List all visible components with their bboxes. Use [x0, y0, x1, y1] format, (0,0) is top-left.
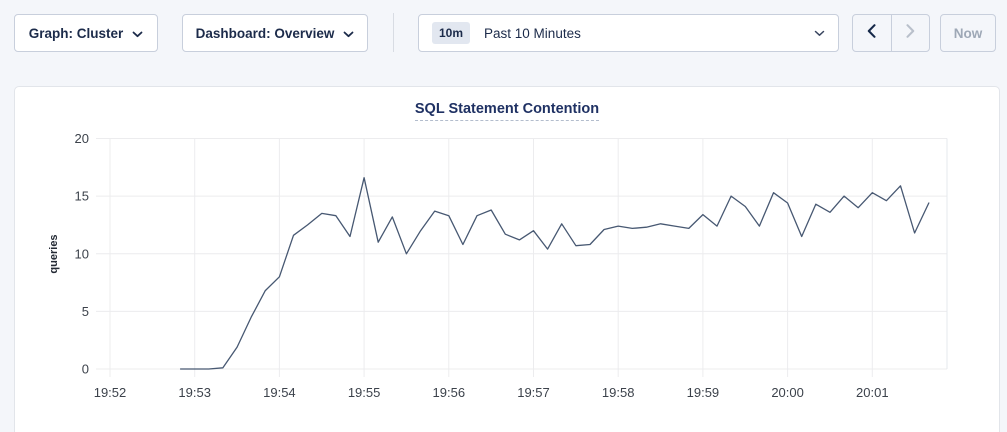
x-tick-label: 19:53 — [178, 385, 211, 400]
y-axis-label: queries — [48, 234, 60, 273]
x-tick-label: 19:58 — [602, 385, 635, 400]
x-tick-label: 20:00 — [771, 385, 804, 400]
x-tick-label: 19:57 — [517, 385, 550, 400]
x-tick-label: 19:59 — [687, 385, 720, 400]
line-chart[interactable]: 0 5 10 15 20 19:52 19:53 19:54 19:55 19:56 19:57 19… — [0, 0, 1007, 432]
x-tick-label: 19:56 — [433, 385, 466, 400]
x-tick-label: 19:54 — [263, 385, 296, 400]
x-tick-label: 19:55 — [348, 385, 381, 400]
y-tick-label: 10 — [75, 246, 89, 261]
y-tick-label: 5 — [82, 304, 89, 319]
y-tick-label: 15 — [75, 189, 89, 204]
y-tick-label: 0 — [82, 362, 89, 377]
y-tick-label: 20 — [75, 131, 89, 146]
series-line-queries — [181, 178, 929, 369]
x-tick-label: 20:01 — [856, 385, 889, 400]
x-tick-label: 19:52 — [94, 385, 127, 400]
